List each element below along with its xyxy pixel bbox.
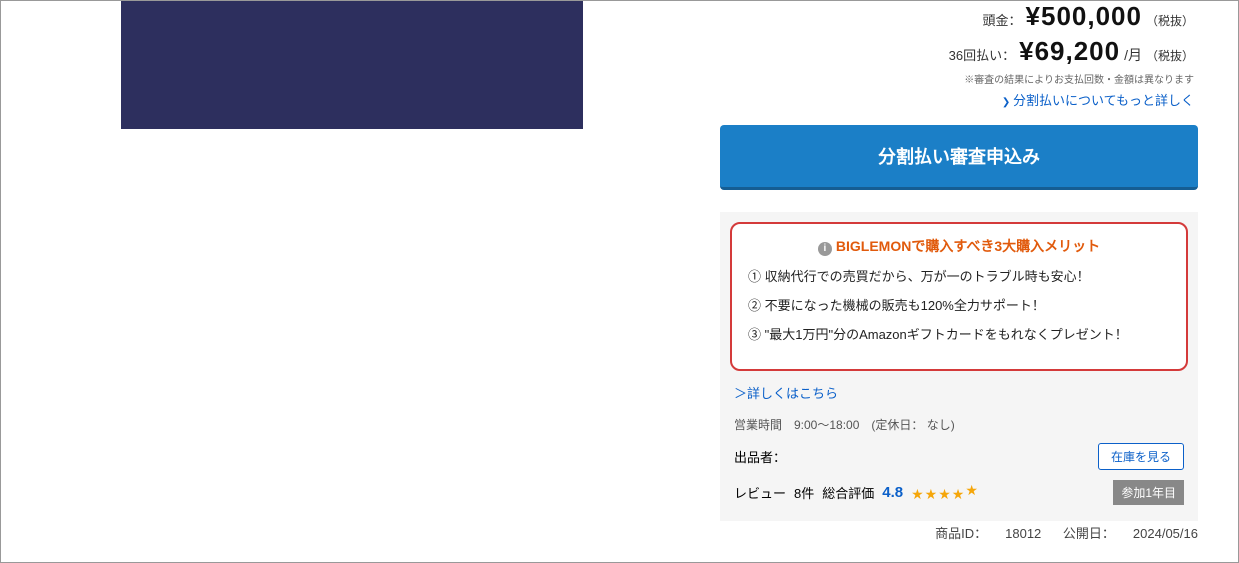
down-label: 頭金： (983, 10, 1022, 29)
merit-detail-link[interactable]: ＞詳しくはこちら (730, 371, 1188, 410)
merit-title: i BIGLEMONで購入すべき3大購入メリット (748, 236, 1170, 256)
review-row: レビュー 8件 総合評価 4.8 ★★★★ 参加1年目 (730, 474, 1188, 511)
rating-label: 総合評価 (822, 483, 874, 502)
merit-section: i BIGLEMONで購入すべき3大購入メリット ① 収納代行での売買だから、万が… (720, 212, 1198, 521)
merit-title-text: BIGLEMONで購入すべき3大購入メリット (836, 238, 1100, 254)
review-label: レビュー (734, 483, 786, 502)
publish-date-value: 2024/05/16 (1133, 526, 1198, 541)
view-stock-button[interactable]: 在庫を見る (1098, 443, 1184, 470)
installment-line: 36回払い： ¥69,200 /月 （税抜） (724, 36, 1194, 67)
right-panel: 頭金： ¥500,000 （税抜） 36回払い： ¥69,200 /月 （税抜）… (720, 1, 1198, 521)
product-id-value: 18012 (1005, 526, 1041, 541)
down-tax: （税抜） (1146, 12, 1194, 29)
price-block: 頭金： ¥500,000 （税抜） 36回払い： ¥69,200 /月 （税抜）… (720, 1, 1198, 115)
apply-button[interactable]: 分割払い審査申込み (720, 125, 1198, 190)
down-value: ¥500,000 (1026, 1, 1142, 32)
publish-date-label: 公開日： (1063, 526, 1115, 541)
seller-row: 出品者： 在庫を見る (730, 439, 1188, 474)
merit-item: ③ "最大1万円"分のAmazonギフトカードをもれなくプレゼント！ (748, 324, 1170, 343)
review-score: 4.8 (882, 484, 903, 501)
info-icon: i (818, 242, 832, 256)
install-tax: （税抜） (1146, 47, 1194, 64)
installment-details-link[interactable]: 分割払いについてもっと詳しく (724, 90, 1194, 109)
product-image (121, 1, 583, 129)
price-note: ※審査の結果によりお支払回数・金額は異なります (724, 71, 1194, 86)
down-payment-line: 頭金： ¥500,000 （税抜） (724, 1, 1194, 32)
footer-meta: 商品ID： 18012 公開日： 2024/05/16 (917, 523, 1198, 542)
seller-label: 出品者： (734, 447, 786, 466)
participation-badge: 参加1年目 (1113, 480, 1184, 505)
install-month: /月 (1124, 45, 1142, 65)
business-hours: 営業時間 9:00～18:00 (定休日： なし) (730, 410, 1188, 439)
merit-box: i BIGLEMONで購入すべき3大購入メリット ① 収納代行での売買だから、万が… (730, 222, 1188, 371)
product-id-label: 商品ID： (935, 526, 987, 541)
star-rating: ★★★★ (911, 482, 977, 503)
merit-item: ① 収納代行での売買だから、万が一のトラブル時も安心！ (748, 266, 1170, 285)
install-label: 36回払い： (949, 45, 1015, 64)
review-count: 8件 (794, 483, 814, 502)
merit-item: ② 不要になった機械の販売も120%全力サポート！ (748, 295, 1170, 314)
install-value: ¥69,200 (1019, 36, 1120, 67)
